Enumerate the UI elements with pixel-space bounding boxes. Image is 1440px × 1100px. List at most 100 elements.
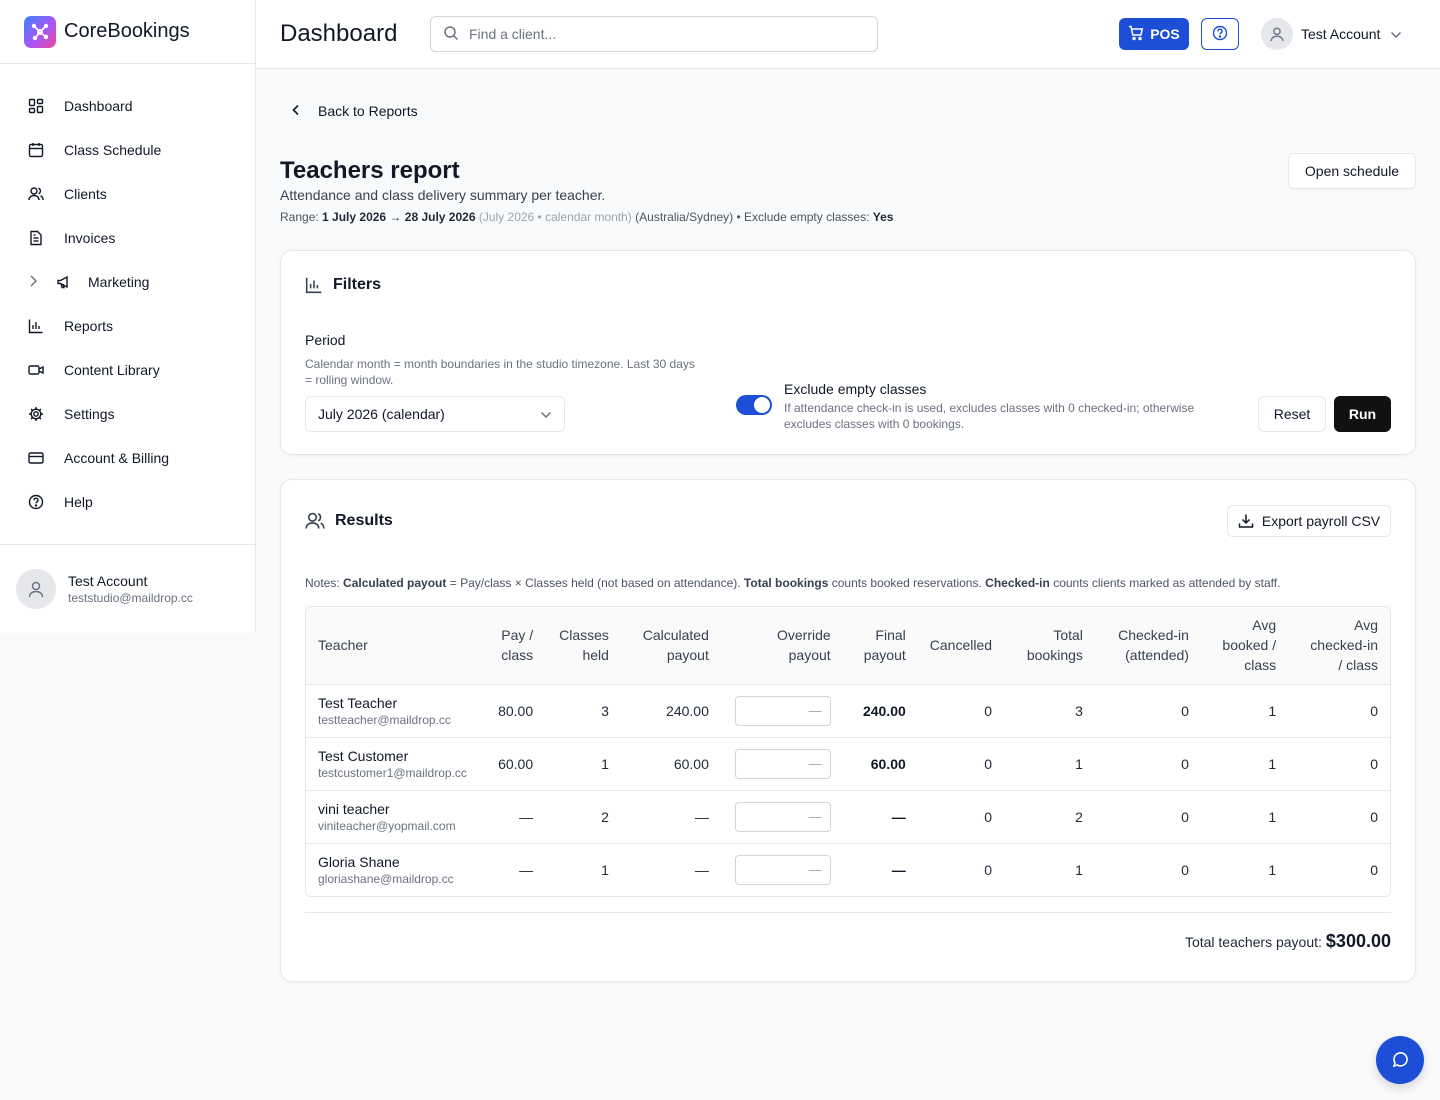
run-button[interactable]: Run bbox=[1334, 396, 1391, 432]
col-cancelled[interactable]: Cancelled bbox=[917, 607, 1005, 685]
sidebar-item-label: Content Library bbox=[64, 362, 160, 378]
teacher-name: Test Customer bbox=[318, 747, 409, 764]
col-teacher-label: Teacher bbox=[318, 637, 368, 654]
col-avg-booked[interactable]: Avg booked / class bbox=[1200, 607, 1289, 685]
cell-checked: 0 bbox=[1181, 861, 1189, 878]
sidebar-item-clients[interactable]: Clients bbox=[0, 172, 255, 216]
avatar bbox=[16, 569, 56, 609]
exclude-empty-toggle[interactable] bbox=[736, 395, 772, 415]
teacher-email: viniteacher@yopmail.com bbox=[318, 818, 456, 833]
col-label: payout bbox=[788, 647, 831, 664]
sidebar-item-reports[interactable]: Reports bbox=[0, 304, 255, 348]
cell-held: 1 bbox=[601, 861, 609, 878]
cell-pay: 60.00 bbox=[478, 737, 546, 791]
search-input[interactable] bbox=[469, 26, 849, 42]
sidebar-item-dashboard[interactable]: Dashboard bbox=[0, 84, 255, 128]
sidebar-item-label: Account & Billing bbox=[64, 450, 170, 466]
sidebar-item-invoices[interactable]: Invoices bbox=[0, 216, 255, 260]
sidebar-item-label: Reports bbox=[64, 318, 114, 334]
page-title: Teachers report bbox=[280, 157, 460, 184]
col-checked-in[interactable]: Checked-in (attended) bbox=[1094, 607, 1201, 685]
cell-checked: 0 bbox=[1094, 684, 1201, 738]
help-button[interactable] bbox=[1201, 18, 1239, 50]
col-label: Pay / bbox=[501, 627, 534, 644]
col-classes-held[interactable]: Classes held bbox=[545, 607, 621, 685]
chat-button[interactable] bbox=[1376, 1036, 1424, 1084]
total-payout-label: Total teachers payout: bbox=[1184, 934, 1322, 950]
download-icon bbox=[1238, 514, 1254, 528]
cell-avg-checked: 0 bbox=[1288, 737, 1390, 791]
cell-cancelled: 0 bbox=[917, 790, 1005, 844]
range-summary: Range: 1 July 2026 → 28 July 2026 (July … bbox=[280, 210, 893, 224]
results-notes: Notes: Calculated payout = Pay/class × C… bbox=[305, 576, 1280, 590]
cell-total: 2 bbox=[1004, 790, 1095, 844]
sidebar-item-help[interactable]: Help bbox=[0, 480, 255, 524]
cell-final: — bbox=[842, 790, 918, 844]
sidebar-item-label: Marketing bbox=[88, 274, 150, 290]
col-label: class bbox=[501, 647, 534, 664]
col-label: Calculated bbox=[642, 627, 709, 644]
export-payroll-csv-button[interactable]: Export payroll CSV bbox=[1227, 505, 1391, 537]
col-label: class bbox=[1244, 657, 1277, 674]
sidebar-user[interactable]: Test Account teststudio@maildrop.cc bbox=[0, 544, 255, 633]
sidebar-item-class-schedule[interactable]: Class Schedule bbox=[0, 128, 255, 172]
teacher-email: gloriashane@maildrop.cc bbox=[318, 871, 454, 886]
teacher-name: Gloria Shane bbox=[318, 853, 400, 870]
range-prefix: Range: bbox=[280, 210, 319, 224]
col-calculated-payout[interactable]: Calculated payout bbox=[620, 607, 721, 685]
period-select[interactable]: July 2026 (calendar) bbox=[305, 396, 565, 432]
col-label: / class bbox=[1338, 657, 1378, 674]
sidebar-user-name: Test Account bbox=[68, 573, 148, 589]
col-final-payout[interactable]: Final payout bbox=[842, 607, 918, 685]
sidebar-item-settings[interactable]: Settings bbox=[0, 392, 255, 436]
sidebar-item-account-billing[interactable]: Account & Billing bbox=[0, 436, 255, 480]
reset-button[interactable]: Reset bbox=[1258, 396, 1326, 432]
col-label: booked / bbox=[1222, 637, 1277, 654]
table-row: vini teacher viniteacher@yopmail.com — 2 … bbox=[306, 790, 1390, 844]
override-payout-input[interactable] bbox=[734, 748, 831, 779]
page-subtitle: Attendance and class delivery summary pe… bbox=[280, 187, 606, 203]
sidebar-item-content-library[interactable]: Content Library bbox=[0, 348, 255, 392]
results-card: Results Export payroll CSV Notes: Calcul… bbox=[280, 479, 1416, 982]
account-menu[interactable]: Test Account bbox=[1261, 18, 1402, 50]
col-total-bookings[interactable]: Total bookings bbox=[1004, 607, 1095, 685]
cell-cancelled: 0 bbox=[984, 861, 993, 878]
sidebar-item-label: Help bbox=[64, 494, 93, 510]
toggle-knob bbox=[754, 397, 770, 413]
cell-calc: 60.00 bbox=[620, 737, 721, 791]
override-payout-input[interactable] bbox=[734, 695, 831, 726]
notes-prefix: Notes: bbox=[305, 576, 340, 590]
pos-button[interactable]: POS bbox=[1119, 18, 1189, 50]
cell-checked: 0 bbox=[1094, 737, 1201, 791]
cell-avg-booked: 1 bbox=[1268, 861, 1277, 878]
col-teacher[interactable]: Teacher bbox=[306, 607, 479, 685]
total-payout-value: $300.00 bbox=[1325, 931, 1391, 951]
back-to-reports-link[interactable]: Back to Reports bbox=[292, 103, 418, 119]
chevron-right-icon[interactable] bbox=[28, 274, 38, 290]
back-label: Back to Reports bbox=[318, 103, 418, 119]
search-box[interactable] bbox=[430, 16, 878, 52]
cell-cancelled: 0 bbox=[917, 684, 1005, 738]
sidebar-nav: Dashboard Class Schedule Clients Invoice… bbox=[0, 64, 255, 524]
cell-calc: 240.00 bbox=[620, 684, 721, 738]
help-circle-icon bbox=[28, 494, 44, 510]
brand[interactable]: CoreBookings bbox=[0, 0, 255, 64]
brand-name: CoreBookings bbox=[64, 20, 190, 42]
sidebar-item-marketing[interactable]: Marketing bbox=[0, 260, 255, 304]
open-schedule-button[interactable]: Open schedule bbox=[1288, 153, 1416, 189]
bar-chart-icon bbox=[305, 277, 322, 294]
override-payout-input[interactable] bbox=[734, 801, 831, 832]
range-exclude-value: Yes bbox=[872, 210, 894, 224]
override-payout-input[interactable] bbox=[734, 854, 831, 885]
col-override-payout[interactable]: Override payout bbox=[720, 607, 843, 685]
col-avg-checked-in[interactable]: Avg checked-in / class bbox=[1288, 607, 1390, 685]
sidebar-item-label: Invoices bbox=[64, 230, 116, 246]
total-payout: Total teachers payout: $300.00 bbox=[1185, 931, 1391, 952]
cell-teacher: Test Teacher testteacher@maildrop.cc bbox=[306, 684, 479, 738]
cell-total: 3 bbox=[1004, 684, 1095, 738]
exclude-empty-help: If attendance check-in is used, excludes… bbox=[784, 401, 1195, 431]
table-header-row: Teacher Pay / class Classes held Calculate… bbox=[306, 607, 1390, 685]
calendar-icon bbox=[28, 142, 44, 158]
col-pay-class[interactable]: Pay / class bbox=[478, 607, 546, 685]
bar-chart-icon bbox=[28, 318, 44, 334]
